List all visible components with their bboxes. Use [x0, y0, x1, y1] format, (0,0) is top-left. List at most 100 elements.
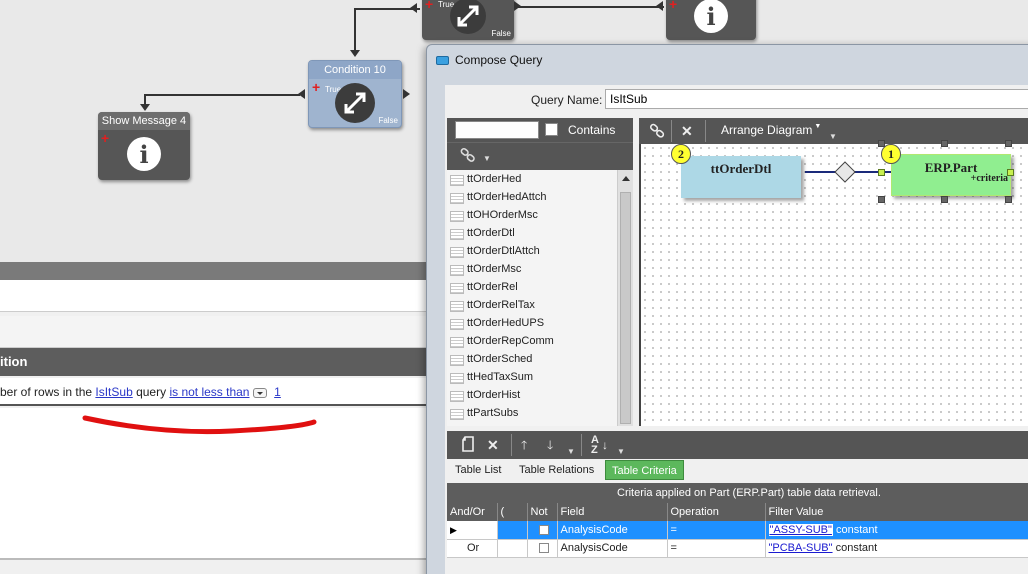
workflow-node-condition-10[interactable]: Condition 10 + True False	[308, 60, 402, 128]
query-link[interactable]: IsItSub	[95, 385, 132, 399]
diagram-canvas[interactable]: ttOrderDtl 2 ERP.Part +criteria 1	[639, 140, 1028, 426]
chevron-down-icon[interactable]: ▼	[617, 447, 625, 456]
criteria-grid[interactable]: And/Or ( Not Field Operation Filter Valu…	[447, 503, 1028, 558]
table-search-input[interactable]	[455, 121, 539, 139]
operation-cell[interactable]: =	[667, 521, 766, 540]
chevron-down-icon[interactable]: ▼	[483, 154, 491, 163]
list-item[interactable]: ttOrderHedAttch	[447, 188, 617, 206]
entity-erp-part[interactable]: ERP.Part +criteria	[891, 154, 1011, 196]
row-pointer-icon: ▶	[450, 524, 457, 535]
list-item[interactable]: ttOrderHist	[447, 386, 617, 404]
tab-table-criteria[interactable]: Table Criteria	[605, 460, 684, 480]
window-icon	[436, 56, 449, 65]
column-header-field[interactable]: Field	[557, 503, 668, 521]
link-icon[interactable]	[649, 122, 667, 140]
table-row[interactable]: ▶ AnalysisCode = "ASSY-SUB" constant	[447, 521, 1028, 540]
filter-value-cell[interactable]: "PCBA-SUB" constant	[765, 539, 1028, 558]
resize-handle[interactable]	[1005, 140, 1012, 147]
table-list-scrollbar[interactable]	[617, 170, 633, 426]
paren-cell[interactable]	[497, 521, 528, 540]
table-list[interactable]: ttOrderHed ttOrderHedAttch ttOHOrderMsc …	[447, 170, 617, 426]
node-output-port[interactable]	[514, 1, 521, 11]
column-header-andor[interactable]: And/Or	[447, 503, 498, 521]
list-item[interactable]: ttOrderSched	[447, 350, 617, 368]
chevron-down-icon[interactable]: ▼	[567, 447, 575, 456]
list-item[interactable]: ttOrderHed	[447, 170, 617, 188]
delete-icon[interactable]: ✕	[487, 436, 499, 454]
entity-ttorderdtl[interactable]: ttOrderDtl	[681, 156, 801, 198]
query-name-label: Query Name:	[531, 93, 603, 107]
resize-handle[interactable]	[878, 140, 885, 147]
operation-cell[interactable]: =	[667, 539, 766, 558]
workflow-node-show-message-4[interactable]: Show Message 4 + i	[98, 112, 190, 180]
list-item[interactable]: ttOrderRel	[447, 278, 617, 296]
node-output-port[interactable]	[403, 89, 410, 99]
tab-table-relations[interactable]: Table Relations	[513, 460, 600, 480]
workflow-node-message-top[interactable]: + i	[666, 0, 756, 40]
criteria-toolbar: ✕ 🡑 🡓 ▼ AZ ↓ ▼	[447, 431, 1028, 459]
field-cell[interactable]: AnalysisCode	[557, 521, 668, 540]
arrange-diagram-button[interactable]: Arrange Diagram ▼	[721, 123, 821, 137]
operator-dropdown-button[interactable]	[252, 387, 267, 398]
sort-az-icon[interactable]: AZ	[591, 435, 599, 456]
not-checkbox[interactable]	[538, 543, 549, 554]
compose-query-dialog[interactable]: Compose Query Query Name: Contains ▼ ttO…	[426, 44, 1028, 574]
column-header-paren[interactable]: (	[497, 503, 528, 521]
list-item[interactable]: ttOrderHedUPS	[447, 314, 617, 332]
list-item[interactable]: ttOrderDtlAttch	[447, 242, 617, 260]
query-name-input[interactable]	[605, 89, 1028, 109]
entity-name: ttOrderDtl	[710, 161, 772, 176]
list-item[interactable]: ttOrderRelTax	[447, 296, 617, 314]
list-item[interactable]: ttOrderRepComm	[447, 332, 617, 350]
filter-value-link[interactable]: "ASSY-SUB"	[768, 523, 833, 536]
arrow-down-icon[interactable]: 🡓	[547, 436, 553, 454]
row-indicator: ▶	[447, 521, 498, 540]
column-header-not[interactable]: Not	[527, 503, 558, 521]
toolbar-divider	[511, 434, 512, 456]
column-header-operation[interactable]: Operation	[667, 503, 766, 521]
table-row[interactable]: Or AnalysisCode = "PCBA-SUB" constant	[447, 539, 1028, 558]
resize-handle[interactable]	[1007, 169, 1014, 176]
filter-value-cell[interactable]: "ASSY-SUB" constant	[765, 521, 1028, 540]
resize-handle[interactable]	[878, 196, 885, 203]
list-item[interactable]: ttSelectedSerialNumbers	[447, 422, 617, 426]
not-checkbox[interactable]	[538, 524, 549, 535]
list-item[interactable]: ttOrderDtl	[447, 224, 617, 242]
andor-cell[interactable]: Or	[447, 539, 498, 558]
resize-handle[interactable]	[878, 169, 885, 176]
resize-handle[interactable]	[941, 196, 948, 203]
list-item[interactable]: ttOHOrderMsc	[447, 206, 617, 224]
filter-value-link[interactable]: "PCBA-SUB"	[769, 542, 833, 554]
scrollbar-thumb[interactable]	[620, 192, 631, 424]
node-input-port[interactable]	[656, 1, 663, 11]
new-icon[interactable]	[461, 436, 475, 454]
scroll-up-icon[interactable]	[622, 176, 630, 181]
link-icon[interactable]	[459, 147, 477, 163]
dialog-body: Query Name: Contains ▼ ttOrderHed ttOrde…	[445, 85, 1028, 574]
operator-link[interactable]: is not less than	[169, 385, 249, 399]
connector	[514, 6, 664, 8]
list-item[interactable]: ttPartSubs	[447, 404, 617, 422]
arrow-up-icon[interactable]: 🡑	[521, 436, 527, 454]
condition-sentence: ber of rows in the IsItSub query is not …	[0, 378, 430, 406]
connector	[354, 8, 356, 52]
resize-handle[interactable]	[941, 140, 948, 147]
splitter-bar[interactable]	[0, 262, 430, 280]
list-item[interactable]: ttHedTaxSum	[447, 368, 617, 386]
value-link[interactable]: 1	[274, 385, 281, 399]
node-input-port[interactable]	[410, 3, 417, 13]
paren-cell[interactable]	[497, 539, 528, 558]
field-cell[interactable]: AnalysisCode	[557, 539, 668, 558]
delete-icon[interactable]: ✕	[681, 122, 693, 140]
expand-icon	[450, 0, 486, 34]
resize-handle[interactable]	[1005, 196, 1012, 203]
workflow-node-condition-top[interactable]: + True False	[422, 0, 514, 40]
column-header-filter-value[interactable]: Filter Value	[765, 503, 1028, 521]
tab-table-list[interactable]: Table List	[449, 460, 507, 480]
chevron-down-icon[interactable]: ▼	[829, 132, 837, 141]
contains-checkbox[interactable]	[545, 123, 558, 136]
dialog-titlebar[interactable]: Compose Query	[427, 45, 1028, 75]
criteria-banner: Criteria applied on Part (ERP.Part) tabl…	[447, 483, 1028, 503]
list-item[interactable]: ttOrderMsc	[447, 260, 617, 278]
node-input-port[interactable]	[298, 89, 305, 99]
